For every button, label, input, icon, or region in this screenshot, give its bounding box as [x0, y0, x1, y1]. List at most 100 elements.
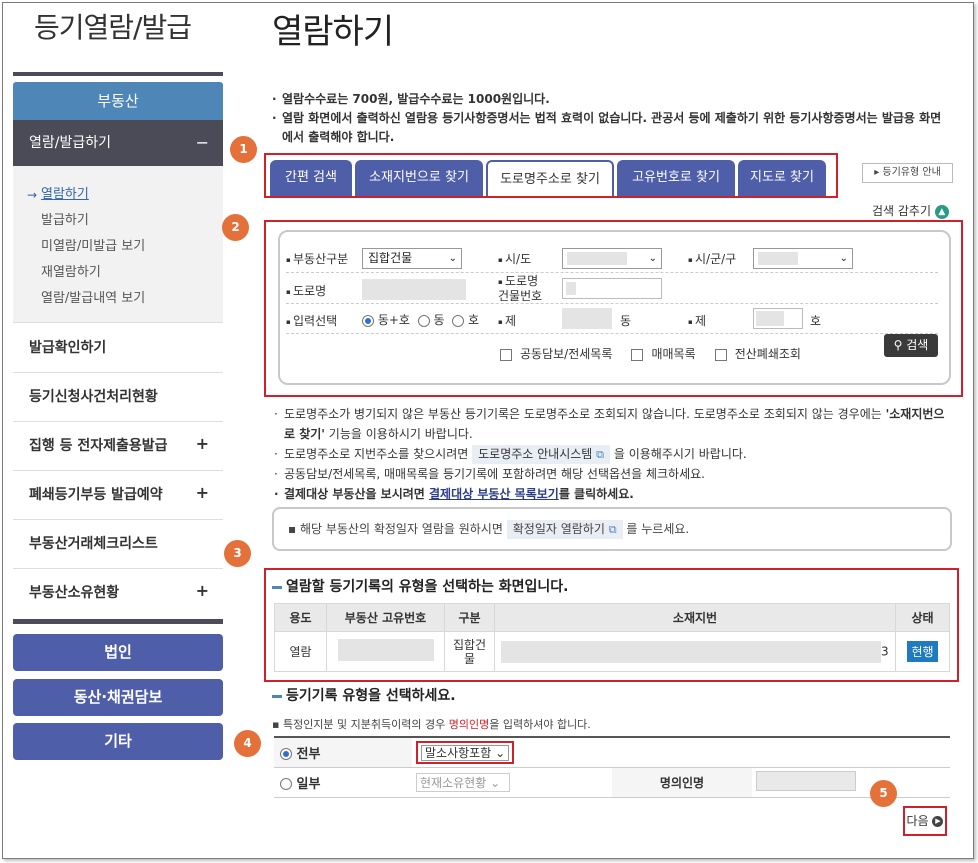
- type-label: 부동산구분: [286, 250, 348, 267]
- submenu-item-review[interactable]: 재열람하기: [13, 260, 223, 286]
- redacted-value: [758, 252, 798, 265]
- registry-type-guide-button[interactable]: ▸ 등기유형 안내: [862, 163, 953, 183]
- table-row[interactable]: 열람 집합건물 3 현행: [274, 631, 950, 672]
- registry-heading: 열람할 등기기록의 유형을 선택하는 화면입니다.: [272, 576, 568, 596]
- part-scope-select[interactable]: 현재소유현황 ⌄: [416, 772, 510, 792]
- sidebar-item-electronic-submit[interactable]: 집행 등 전자제출용발급 +: [13, 422, 223, 471]
- expand-icon[interactable]: +: [196, 468, 209, 517]
- sidebar-top-divider: [13, 72, 223, 76]
- sidebar-realestate-header[interactable]: 부동산: [13, 82, 223, 120]
- checkbox-mortgage[interactable]: [500, 348, 512, 361]
- radio-all[interactable]: [280, 748, 292, 761]
- payment-target-list-link[interactable]: 결제대상 부동산 목록보기: [429, 487, 559, 501]
- tab-map[interactable]: 지도로 찾기: [738, 160, 826, 196]
- use-cell: 열람: [274, 631, 327, 672]
- building-no-label: 도로명 건물번호: [498, 274, 542, 303]
- arrow-right-icon: →: [27, 188, 38, 202]
- step-badge: 1: [230, 136, 257, 163]
- type-note: ▪ 특정인지분 및 지분취득이력의 경우 명의인명을 입력하셔야 합니다.: [272, 718, 591, 731]
- arrow-right-circle-icon: ▶: [932, 816, 944, 827]
- radio-part[interactable]: [280, 778, 292, 790]
- column-header: 상태: [895, 603, 950, 632]
- submenu-item-history[interactable]: 열람/발급내역 보기: [13, 286, 223, 312]
- dong-unit: 동: [620, 314, 632, 328]
- search-button[interactable]: ⚲ 검색: [884, 334, 938, 357]
- road-name-field[interactable]: [362, 279, 466, 300]
- ho-input[interactable]: [753, 308, 803, 329]
- sidebar-item-case-status[interactable]: 등기신청사건처리현황: [13, 373, 223, 422]
- sido-select[interactable]: ⌄: [562, 248, 662, 269]
- je-label: 제: [688, 312, 706, 329]
- tab-simple-search[interactable]: 간편 검색: [270, 160, 352, 196]
- redacted-value: [566, 282, 576, 295]
- sidebar-item-ownership[interactable]: 부동산소유현황 +: [13, 569, 223, 618]
- sidebar-item-closed-registry[interactable]: 폐쇄등기부등 발급예약 +: [13, 471, 223, 520]
- next-button[interactable]: 다음 ▶: [903, 806, 947, 836]
- unique-number-cell: [326, 631, 445, 672]
- info-line: 도로명주소로 지번주소를 찾으시려면 도로명주소 안내시스템 ⧉ 을 이용해주시…: [272, 444, 952, 464]
- fixed-date-view-link[interactable]: 확정일자 열람하기 ⧉: [506, 520, 623, 539]
- option-checkboxes: 공동담보/전세목록 매매목록 전산폐쇄조회: [500, 345, 801, 362]
- sidebar-item-issue-confirm[interactable]: 발급확인하기: [13, 324, 223, 373]
- tab-road-address[interactable]: 도로명주소로 찾기: [486, 160, 614, 196]
- building-number-input[interactable]: [562, 278, 662, 299]
- search-icon: ⚲: [893, 338, 903, 352]
- sidebar-active-label: 열람/발급하기: [29, 135, 111, 151]
- sidebar-item-view-issue[interactable]: 열람/발급하기 −: [13, 120, 223, 166]
- redacted-value: [501, 640, 881, 663]
- submenu-item-unviewed[interactable]: 미열람/미발급 보기: [13, 234, 223, 260]
- hide-search-toggle[interactable]: 검색 감추기 ▲: [872, 202, 949, 219]
- radio-dong[interactable]: [417, 314, 430, 327]
- page-title: 열람하기: [272, 12, 394, 52]
- fixed-date-box: ▪ 해당 부동산의 확정일자 열람을 원하시면 확정일자 열람하기 ⧉ 를 누르…: [272, 507, 952, 551]
- chevron-up-icon: ▲: [934, 204, 949, 219]
- dong-input[interactable]: [562, 308, 612, 329]
- all-option[interactable]: 전부: [274, 737, 412, 768]
- movables-button[interactable]: 동산·채권담보: [13, 679, 223, 716]
- owner-label: 명의인명: [612, 767, 752, 798]
- checkbox-closed[interactable]: [714, 348, 727, 361]
- radio-ho[interactable]: [452, 314, 465, 327]
- chevron-down-icon: ⌄: [648, 253, 657, 264]
- road-address-system-link[interactable]: 도로명주소 안내시스템 ⧉: [472, 445, 611, 464]
- category-cell: 집합건물: [444, 631, 495, 672]
- external-link-icon: ⧉: [596, 448, 605, 461]
- owner-name-input[interactable]: [756, 770, 856, 791]
- info-line: 공동담보/전세목록, 매매목록을 등기기록에 포함하려면 해당 선택옵션을 체크…: [272, 464, 952, 484]
- all-scope-select[interactable]: 말소사항포함 ⌄: [416, 740, 515, 764]
- sidebar-submenu: → 열람하기 발급하기 미열람/미발급 보기 재열람하기 열람/발급내역 보기: [13, 166, 223, 323]
- column-header: 소재지번: [494, 603, 896, 632]
- sidebar-bottom-divider: [13, 619, 223, 624]
- corporation-button[interactable]: 법인: [13, 634, 223, 671]
- notice-line: 열람수수료는 700원, 발급수수료는 1000원입니다.: [270, 90, 950, 109]
- chevron-down-icon: ⌄: [490, 775, 501, 790]
- expand-icon[interactable]: +: [196, 566, 209, 615]
- other-button[interactable]: 기타: [13, 723, 223, 760]
- collapse-icon[interactable]: −: [196, 120, 209, 166]
- redacted-value: [756, 311, 784, 326]
- sigungu-select[interactable]: ⌄: [753, 248, 853, 269]
- sidebar-item-checklist[interactable]: 부동산거래체크리스트: [13, 520, 223, 569]
- step-badge: 3: [224, 540, 251, 567]
- step-badge: 5: [870, 780, 897, 807]
- column-header: 부동산 고유번호: [326, 603, 445, 632]
- input-select-radios: 동+호 동 호: [362, 311, 479, 328]
- tab-lot-number[interactable]: 소재지번으로 찾기: [355, 160, 483, 196]
- external-link-icon: ⧉: [608, 523, 617, 536]
- je-label: 제: [498, 312, 516, 329]
- column-header: 용도: [274, 603, 327, 632]
- step-badge: 4: [234, 730, 261, 757]
- part-option[interactable]: 일부: [274, 767, 412, 798]
- expand-icon[interactable]: +: [196, 419, 209, 468]
- submenu-item-issue[interactable]: 발급하기: [13, 208, 223, 234]
- tab-unique-number[interactable]: 고유번호로 찾기: [617, 160, 735, 196]
- row-divider: [286, 272, 938, 273]
- submenu-item-view[interactable]: → 열람하기: [13, 182, 223, 208]
- type-heading: 등기기록 유형을 선택하세요.: [272, 685, 456, 705]
- radio-dong-ho[interactable]: [362, 314, 374, 327]
- property-type-select[interactable]: 집합건물 ⌄: [362, 248, 462, 269]
- row-divider: [286, 303, 938, 304]
- sidebar-title: 등기열람/발급: [34, 11, 192, 44]
- checkbox-sales[interactable]: [631, 348, 644, 361]
- chevron-down-icon: ⌄: [448, 253, 457, 264]
